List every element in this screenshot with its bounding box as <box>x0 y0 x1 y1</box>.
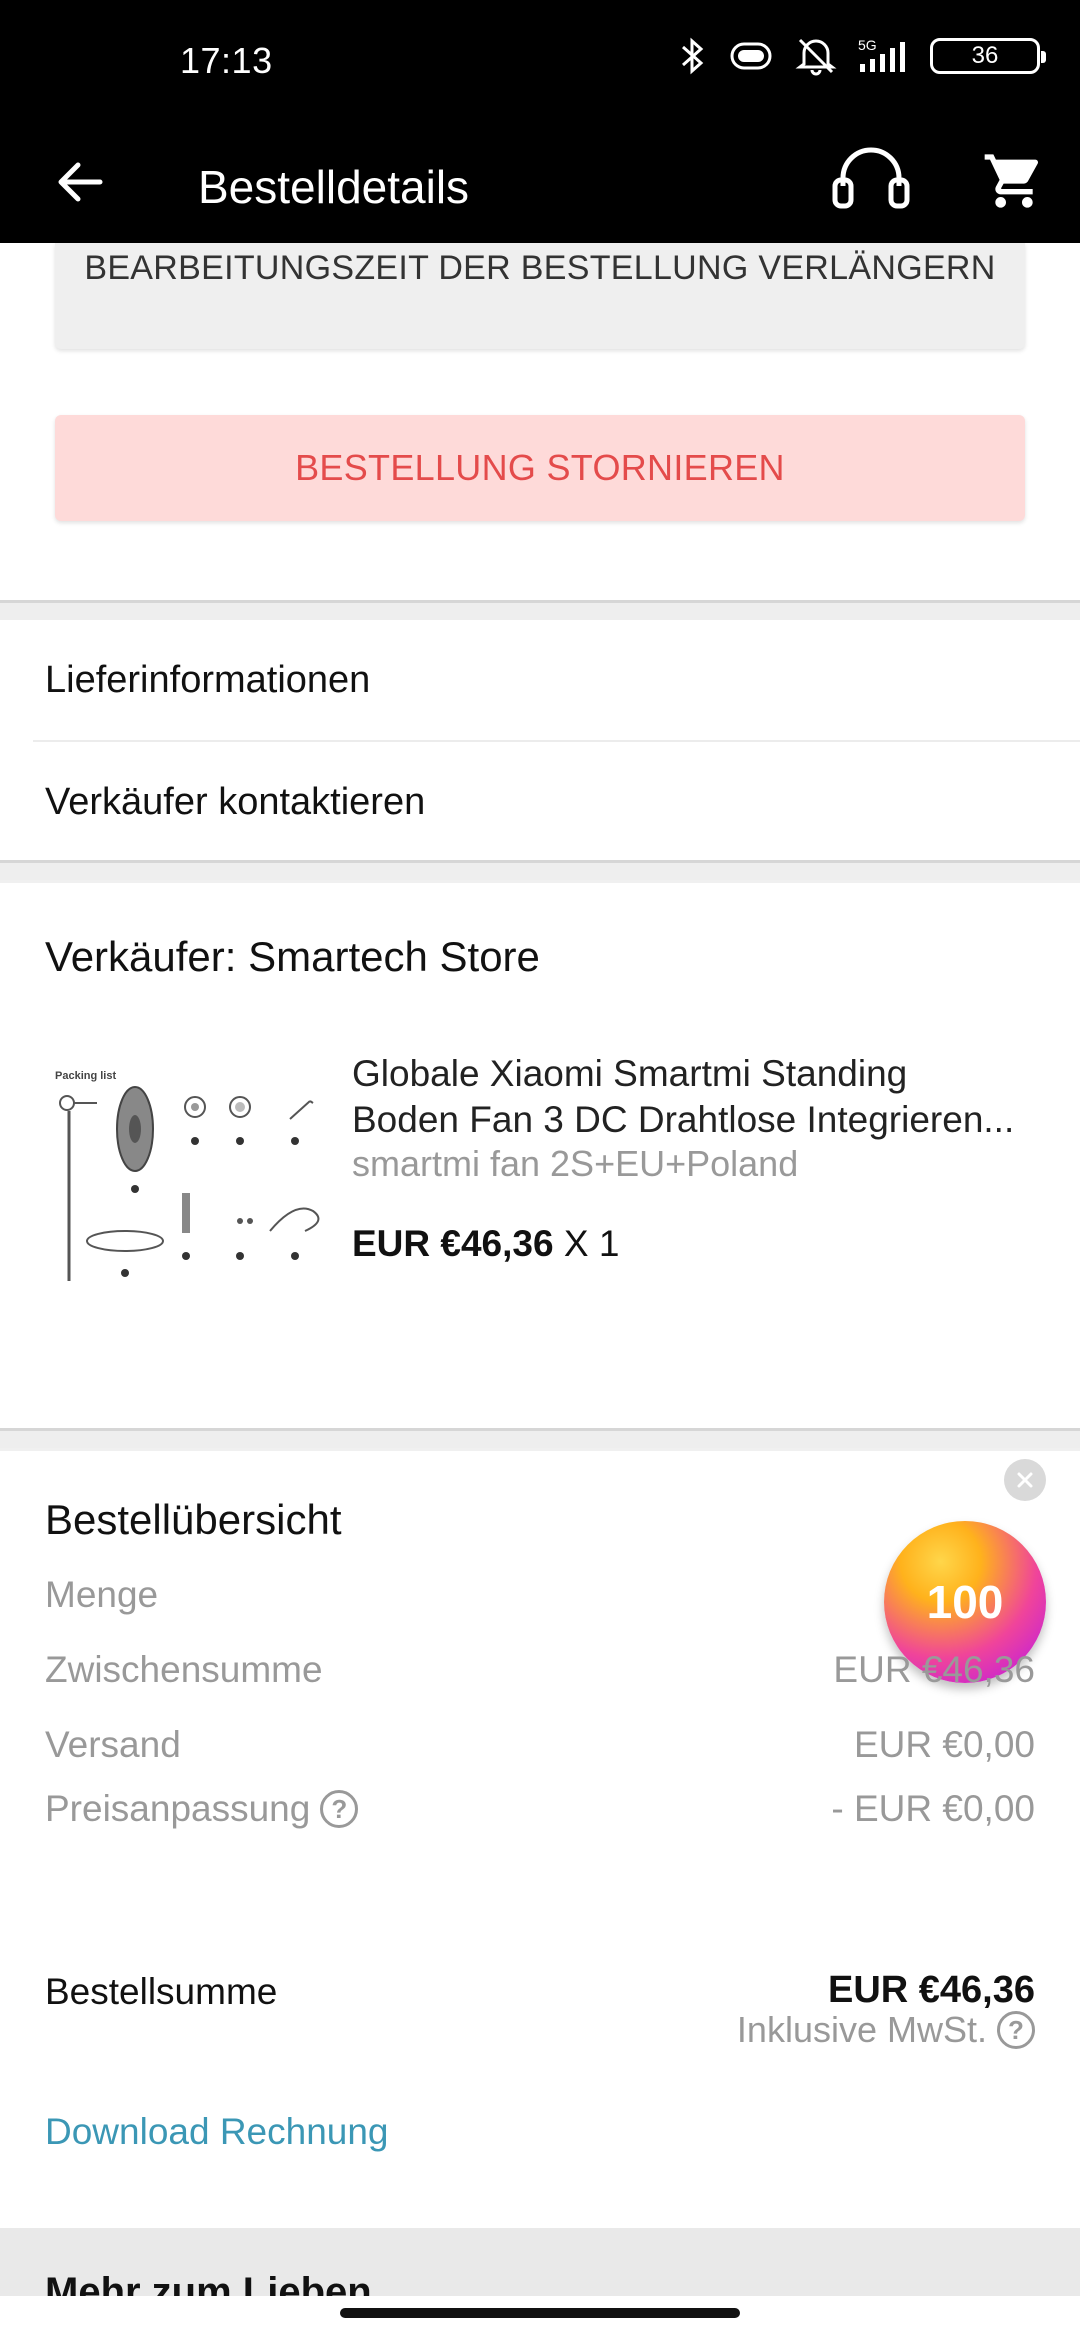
status-icons: 5G 36 <box>678 36 1046 76</box>
page-title: Bestelldetails <box>198 161 470 213</box>
status-time: 17:13 <box>180 40 273 81</box>
product-image[interactable]: Packing list <box>45 1061 335 1311</box>
cart-button[interactable] <box>974 136 1054 226</box>
home-indicator[interactable] <box>340 2308 740 2318</box>
product-image-caption: Packing list <box>55 1070 116 1082</box>
order-total-label: Bestellsumme <box>45 1971 278 2012</box>
price-adjustment-label-group: Preisanpassung ? <box>45 1788 359 1830</box>
order-total-value: EUR €46,36 <box>827 1969 1035 2011</box>
seller-name[interactable]: Verkäufer: Smartech Store <box>45 933 540 981</box>
product-title-line2: Boden Fan 3 DC Drahtlose Integrieren... <box>352 1099 1015 1140</box>
support-button[interactable] <box>826 136 916 226</box>
section-divider <box>0 860 1080 880</box>
battery-icon: 36 <box>930 38 1046 74</box>
section-divider <box>0 1428 1080 1448</box>
status-bar: 17:13 5G 36 <box>0 0 1080 120</box>
signal-icon: 5G <box>854 36 914 76</box>
close-coin-badge-button[interactable] <box>1004 1459 1046 1501</box>
back-button[interactable] <box>40 142 120 222</box>
quantity-label: Menge <box>45 1574 159 1615</box>
bluetooth-icon <box>678 36 708 76</box>
gesture-bar <box>0 2296 1080 2340</box>
subtotal-value: EUR €46,36 <box>833 1649 1035 1690</box>
summary-title: Bestellübersicht <box>45 1496 342 1543</box>
order-actions-card: BEARBEITUNGSZEIT DER BESTELLUNG VERLÄNGE… <box>0 243 1080 600</box>
product-quantity: X 1 <box>563 1223 620 1264</box>
top-bar: 17:13 5G 36 Bestelldetails <box>0 0 1080 243</box>
mute-icon <box>794 36 838 76</box>
cart-icon <box>984 154 1039 208</box>
section-divider <box>0 600 1080 620</box>
delivery-info-link[interactable]: Lieferinformationen <box>0 620 1080 740</box>
product-price-line: EUR €46,36 X 1 <box>352 1223 619 1265</box>
product-title-line1: Globale Xiaomi Smartmi Standing <box>352 1053 908 1094</box>
headset-icon <box>832 147 910 209</box>
contact-seller-link[interactable]: Verkäufer kontaktieren <box>0 742 1080 862</box>
network-type-label: 5G <box>858 37 877 53</box>
product-price: EUR €46,36 <box>352 1223 554 1264</box>
order-content: BEARBEITUNGSZEIT DER BESTELLUNG VERLÄNGE… <box>0 243 1080 2340</box>
shipping-value: EUR €0,00 <box>854 1724 1035 1765</box>
seller-card: Verkäufer: Smartech Store Packing list G… <box>0 883 1080 1428</box>
app-bar: Bestelldetails <box>0 120 1080 243</box>
cancel-order-button[interactable]: BESTELLUNG STORNIEREN <box>55 415 1025 521</box>
battery-level: 36 <box>971 42 999 69</box>
extend-processing-time-button[interactable]: BEARBEITUNGSZEIT DER BESTELLUNG VERLÄNGE… <box>55 243 1025 349</box>
vat-note: Inklusive MwSt. ? <box>737 2009 1035 2051</box>
order-summary-card: Bestellübersicht Menge 1 100 Zwischensum… <box>0 1451 1080 2340</box>
vibrate-icon <box>724 38 778 74</box>
close-icon <box>1017 1472 1033 1488</box>
back-arrow-icon <box>58 162 103 202</box>
subtotal-label: Zwischensumme <box>45 1649 323 1690</box>
help-icon[interactable]: ? <box>997 2011 1035 2049</box>
download-invoice-link[interactable]: Download Rechnung <box>45 2111 389 2153</box>
links-card: Lieferinformationen Verkäufer kontaktier… <box>0 620 1080 860</box>
shipping-label: Versand <box>45 1724 181 1765</box>
vat-note-text: Inklusive MwSt. <box>736 2009 987 2050</box>
product-title[interactable]: Globale Xiaomi Smartmi Standing Boden Fa… <box>352 1051 1042 1143</box>
price-adjustment-value: - EUR €0,00 <box>831 1788 1035 1829</box>
help-icon[interactable]: ? <box>320 1790 359 1828</box>
product-variant: smartmi fan 2S+EU+Poland <box>352 1143 799 1184</box>
price-adjustment-label: Preisanpassung <box>45 1788 311 1829</box>
